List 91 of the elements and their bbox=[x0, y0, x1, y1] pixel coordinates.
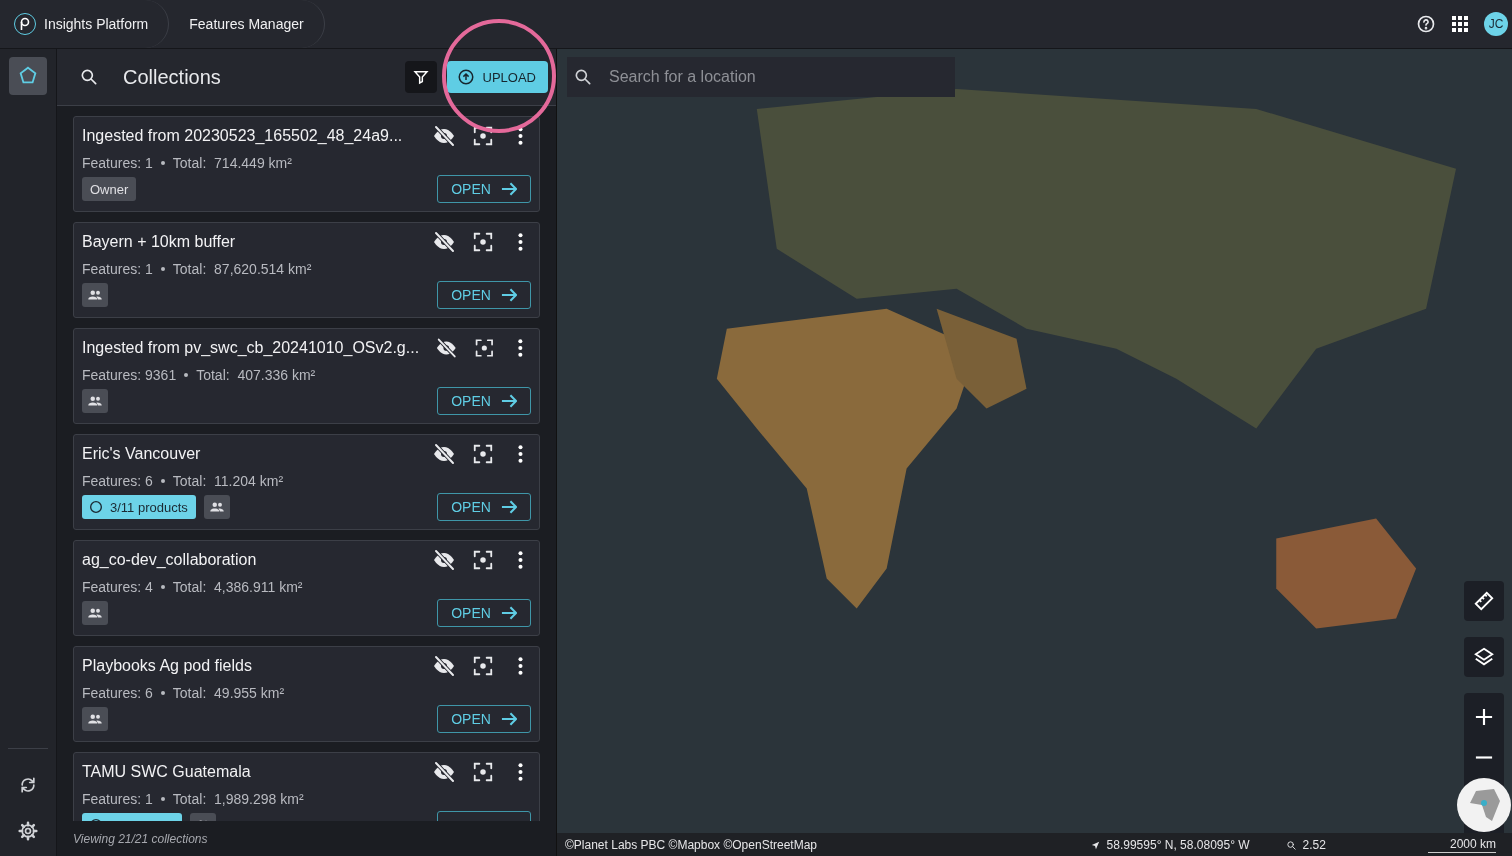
upload-button[interactable]: UPLOAD bbox=[446, 61, 548, 93]
arrow-right-icon bbox=[500, 712, 517, 726]
collection-title: Eric's Vancouver bbox=[82, 445, 202, 463]
scale-bar: 2000 km bbox=[1427, 837, 1496, 853]
arrow-right-icon bbox=[500, 288, 517, 302]
eye-off-icon bbox=[432, 124, 456, 148]
focus-icon bbox=[472, 549, 494, 571]
ruler-button[interactable] bbox=[1464, 581, 1504, 621]
map-attribution: ©Planet Labs PBC ©Mapbox ©OpenStreetMap bbox=[565, 838, 817, 852]
total-area: Total: 714.449 km² bbox=[172, 155, 292, 171]
shared-icon bbox=[82, 283, 108, 307]
total-area: Total: 4,386.911 km² bbox=[172, 579, 303, 595]
eye-off-icon bbox=[432, 760, 456, 784]
shared-icon bbox=[82, 707, 108, 731]
collection-title: Bayern + 10km buffer bbox=[82, 233, 237, 251]
eye-off-icon bbox=[432, 442, 456, 466]
eye-off-icon bbox=[432, 230, 456, 254]
plus-icon bbox=[1475, 708, 1493, 726]
map-coordinates: 58.99595° N, 58.08095° W bbox=[1106, 838, 1250, 852]
collection-title: Playbooks Ag pod fields bbox=[82, 657, 253, 675]
sync-icon bbox=[18, 775, 38, 795]
collection-title: TAMU SWC Guatemala bbox=[82, 763, 252, 781]
collection-title: Ingested from pv_swc_cb_20241010_OSv2.g... bbox=[82, 339, 420, 357]
shared-icon bbox=[82, 389, 108, 413]
total-area: Total: 11.204 km² bbox=[172, 473, 284, 489]
focus-icon bbox=[472, 443, 494, 465]
open-button[interactable]: OPEN bbox=[437, 175, 531, 203]
collection-title: ag_co-dev_collaboration bbox=[82, 551, 258, 569]
open-button[interactable]: OPEN bbox=[437, 599, 531, 627]
filter-icon bbox=[412, 69, 429, 85]
focus-icon bbox=[472, 125, 494, 147]
feature-count: Features: 1 bbox=[82, 791, 153, 807]
more-icon[interactable] bbox=[518, 657, 523, 675]
feature-count: Features: 1 bbox=[82, 155, 153, 171]
total-area: Total: 49.955 km² bbox=[172, 685, 285, 701]
total-area: Total: 407.336 km² bbox=[196, 367, 316, 383]
filter-button[interactable] bbox=[404, 61, 437, 93]
spinner-icon bbox=[88, 499, 104, 515]
settings-icon bbox=[18, 821, 38, 841]
feature-count: Features: 6 bbox=[82, 473, 153, 489]
arrow-right-icon bbox=[500, 394, 517, 408]
total-area: Total: 1,989.298 km² bbox=[172, 791, 304, 807]
collections-count: Viewing 21/21 collections bbox=[73, 832, 208, 846]
owner-tag: Owner bbox=[82, 177, 137, 201]
progress-tag: 3/11 products bbox=[82, 495, 196, 519]
apps-grid-icon[interactable] bbox=[1452, 16, 1468, 32]
more-icon[interactable] bbox=[518, 551, 523, 569]
focus-icon bbox=[473, 337, 495, 359]
layers-icon bbox=[1473, 646, 1495, 668]
more-icon[interactable] bbox=[518, 763, 523, 781]
arrow-right-icon bbox=[500, 500, 517, 514]
open-button[interactable]: OPEN bbox=[437, 493, 531, 521]
globe-icon[interactable] bbox=[1456, 777, 1512, 833]
focus-icon bbox=[472, 761, 494, 783]
feature-count: Features: 4 bbox=[82, 579, 153, 595]
focus-icon bbox=[472, 231, 494, 253]
minus-icon bbox=[1475, 755, 1493, 759]
zoom-level: 2.52 bbox=[1302, 838, 1326, 852]
shared-icon bbox=[82, 601, 108, 625]
search-icon bbox=[573, 67, 593, 87]
user-avatar[interactable]: JC bbox=[1484, 12, 1508, 36]
open-button[interactable]: OPEN bbox=[437, 281, 531, 309]
arrow-right-icon bbox=[500, 182, 517, 196]
panel-title: Collections bbox=[123, 65, 222, 89]
location-search-field[interactable]: Search for a location bbox=[567, 57, 955, 97]
open-button[interactable]: OPEN bbox=[437, 705, 531, 733]
open-button[interactable]: OPEN bbox=[437, 387, 531, 415]
more-icon[interactable] bbox=[518, 233, 523, 251]
feature-count: Features: 1 bbox=[82, 261, 153, 277]
help-icon bbox=[1416, 14, 1436, 34]
ruler-icon bbox=[1473, 590, 1495, 612]
eye-off-icon bbox=[432, 654, 456, 678]
more-icon[interactable] bbox=[518, 445, 523, 463]
collection-title: Ingested from 20230523_165502_48_24a9... bbox=[82, 127, 404, 145]
eye-off-icon bbox=[432, 548, 456, 572]
feature-count: Features: 9361 bbox=[82, 367, 177, 383]
more-icon[interactable] bbox=[518, 339, 523, 357]
focus-icon bbox=[472, 655, 494, 677]
shared-icon bbox=[203, 495, 230, 519]
zoom-level-icon bbox=[1285, 839, 1297, 851]
layers-button[interactable] bbox=[1464, 637, 1504, 677]
more-icon[interactable] bbox=[518, 127, 523, 145]
app-name[interactable]: Insights Platform bbox=[44, 16, 149, 32]
collections-rail-button[interactable] bbox=[9, 57, 47, 95]
breadcrumb-link[interactable]: Features Manager bbox=[189, 16, 304, 32]
feature-count: Features: 6 bbox=[82, 685, 153, 701]
eye-off-icon bbox=[435, 336, 458, 360]
search-icon bbox=[79, 67, 99, 87]
total-area: Total: 87,620.514 km² bbox=[172, 261, 312, 277]
upload-icon bbox=[456, 68, 475, 86]
arrow-right-icon bbox=[500, 606, 517, 620]
